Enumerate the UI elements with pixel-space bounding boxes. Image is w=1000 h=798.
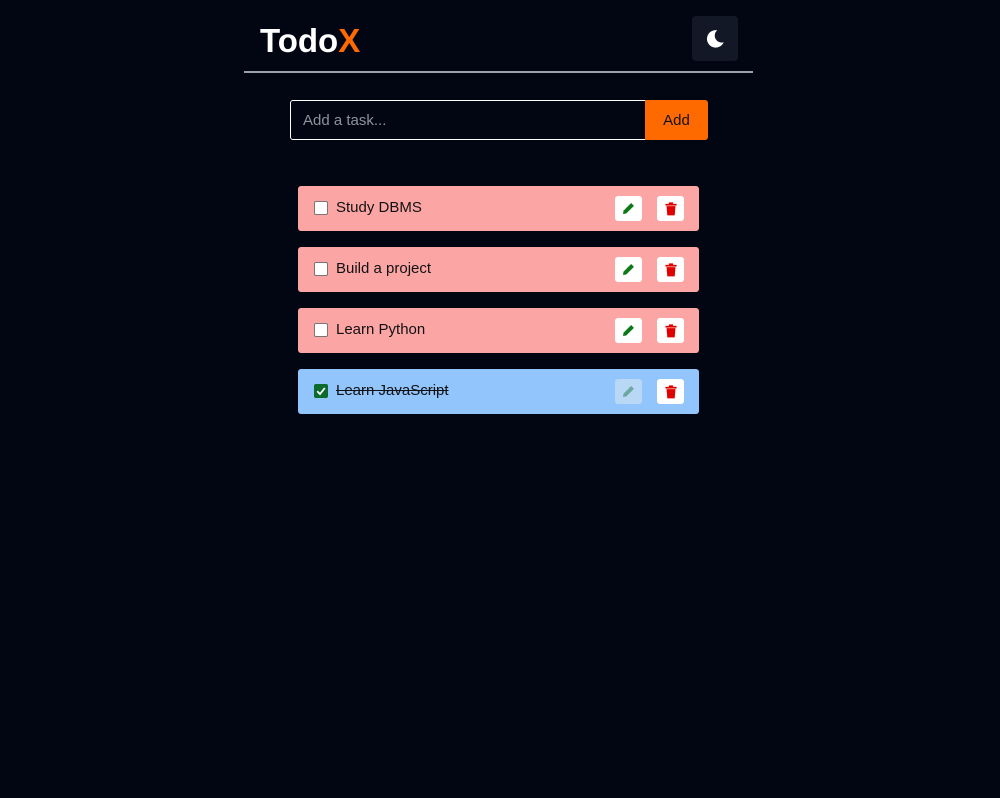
pencil-icon — [623, 264, 634, 275]
moon-icon — [706, 29, 724, 48]
theme-toggle-button[interactable] — [692, 16, 738, 61]
task-checkbox[interactable] — [314, 384, 328, 398]
add-button[interactable]: Add — [645, 100, 708, 140]
pencil-icon — [623, 386, 634, 397]
edit-button[interactable] — [615, 257, 642, 282]
app-logo: TodoX — [260, 22, 360, 60]
delete-button[interactable] — [657, 257, 684, 282]
pencil-icon — [623, 325, 634, 336]
trash-icon — [664, 323, 677, 337]
pencil-icon — [623, 203, 634, 214]
task-label: Learn Python — [336, 321, 426, 338]
checkmark-icon — [316, 387, 326, 396]
edit-button[interactable] — [615, 379, 642, 404]
task-checkbox[interactable] — [314, 262, 328, 276]
trash-icon — [664, 262, 677, 276]
task-label: Build a project — [336, 260, 432, 277]
logo-accent: X — [338, 22, 361, 59]
delete-button[interactable] — [657, 379, 684, 404]
header: TodoX — [244, 0, 753, 73]
add-task-form: Add — [290, 100, 708, 140]
task-item: Build a project — [298, 247, 699, 292]
task-checkbox[interactable] — [314, 323, 328, 337]
task-checkbox[interactable] — [314, 201, 328, 215]
edit-button[interactable] — [615, 318, 642, 343]
task-list: Study DBMS Build a project Learn Python … — [298, 186, 699, 430]
task-item: Learn Python — [298, 308, 699, 353]
trash-icon — [664, 201, 677, 215]
todo-app: TodoX Add Study DBMS — [0, 0, 1000, 798]
edit-button[interactable] — [615, 196, 642, 221]
delete-button[interactable] — [657, 196, 684, 221]
delete-button[interactable] — [657, 318, 684, 343]
task-input[interactable] — [290, 100, 646, 140]
task-item: Learn JavaScript — [298, 369, 699, 414]
logo-text: Todo — [260, 22, 339, 59]
task-label: Study DBMS — [336, 199, 422, 216]
task-item: Study DBMS — [298, 186, 699, 231]
task-label: Learn JavaScript — [336, 382, 449, 399]
trash-icon — [664, 384, 677, 398]
